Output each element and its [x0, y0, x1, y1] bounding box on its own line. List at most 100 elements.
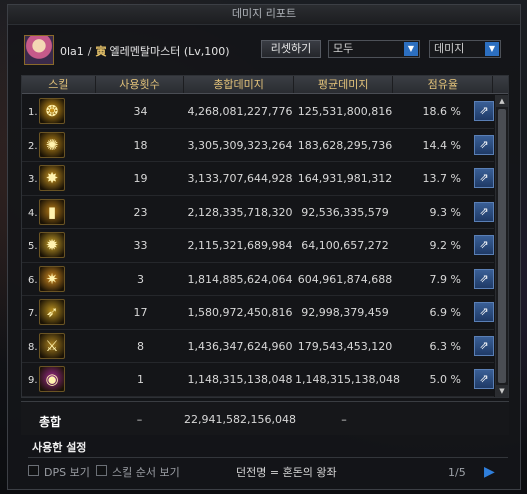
next-page-icon[interactable]: ▶ [484, 464, 495, 480]
average-damage: 92,536,335,579 [301, 205, 389, 219]
damage-share: 9.3 % [429, 205, 461, 219]
damage-share: 14.4 % [422, 138, 461, 152]
average-damage: 604,961,874,688 [297, 272, 393, 286]
use-count: 18 [133, 138, 148, 152]
share-detail-icon[interactable]: ⇗ [474, 201, 494, 222]
table-scrollbar[interactable]: ▲ ▼ [495, 95, 508, 397]
skill-icon: ✹ [39, 232, 65, 258]
report-header: 0la1/寅 엘레멘탈마스터 (Lv,100) 리셋하기 모두 ▼ 데미지 ▼ [8, 27, 520, 67]
share-detail-icon[interactable]: ⇗ [474, 134, 494, 155]
share-detail-icon[interactable]: ⇗ [474, 168, 494, 188]
character-info: 0la1/寅 엘레멘탈마스터 (Lv,100) [60, 43, 230, 59]
use-count: 33 [133, 239, 148, 252]
metric-dropdown[interactable]: 데미지 ▼ [429, 40, 501, 58]
table-row: 5. ✹ 33 2,115,321,689,984 64,100,657,272 9.2 … [22, 229, 494, 263]
use-count: 34 [133, 105, 148, 118]
totals-label: 총합 [39, 415, 62, 429]
skill-icon: ✸ [39, 165, 65, 191]
table-row: 1. ❂ 34 4,268,081,227,776 125,531,800,816 18.… [22, 95, 494, 129]
total-damage: 2,115,321,689,984 [187, 239, 293, 252]
skill-icon: ❂ [39, 98, 65, 124]
total-damage: 1,148,315,138,048 [187, 373, 293, 386]
damage-share: 6.3 % [429, 339, 461, 353]
average-damage: 179,543,453,120 [297, 339, 393, 353]
use-count: 19 [133, 172, 148, 185]
column-header-skill: 스킬 [22, 76, 96, 93]
guild-icon: 寅 [95, 45, 107, 58]
rank-number: 8. [28, 341, 38, 353]
damage-share: 5.0 % [429, 373, 461, 386]
header-spacer [493, 76, 508, 93]
average-damage: 92,998,379,459 [301, 306, 389, 319]
use-count: 8 [137, 339, 144, 353]
section-divider [28, 457, 508, 458]
totals-count: – [136, 413, 143, 426]
total-damage: 3,305,309,323,264 [187, 138, 293, 152]
scope-dropdown[interactable]: 모두 ▼ [328, 40, 420, 58]
use-count: 1 [137, 373, 144, 386]
skill-icon: ➶ [39, 299, 65, 325]
column-header-total: 총합데미지 [184, 76, 294, 93]
scroll-down-icon[interactable]: ▼ [496, 385, 508, 397]
separator: / [87, 45, 92, 58]
totals-average: – [341, 413, 347, 426]
rank-number: 6. [28, 274, 38, 286]
window-title: 데미지 리포트 [8, 5, 520, 25]
character-avatar [24, 35, 54, 65]
damage-share: 7.9 % [429, 272, 461, 286]
damage-share: 18.6 % [422, 105, 461, 118]
rank-number: 7. [28, 308, 38, 319]
scroll-thumb[interactable] [498, 109, 506, 383]
share-detail-icon[interactable]: ⇗ [474, 101, 494, 121]
share-detail-icon[interactable]: ⇗ [474, 335, 494, 356]
chevron-down-icon: ▼ [404, 42, 418, 56]
table-row: 8. ⚔ 8 1,436,347,624,960 179,543,453,120 6.3 … [22, 330, 494, 363]
average-damage: 164,931,981,312 [297, 172, 393, 185]
rank-number: 5. [28, 241, 38, 252]
scope-value: 모두 [333, 42, 354, 55]
total-damage: 4,268,081,227,776 [187, 105, 293, 118]
share-detail-icon[interactable]: ⇗ [474, 268, 494, 289]
damage-report-window: 데미지 리포트 0la1/寅 엘레멘탈마스터 (Lv,100) 리셋하기 모두 ▼… [7, 4, 521, 490]
totals-row: 총합 – 22,941,582,156,048 – [21, 401, 509, 435]
dungeon-name: 던전명 = 혼돈의 왕좌 [236, 466, 337, 479]
average-damage: 64,100,657,272 [301, 239, 389, 252]
damage-share: 9.2 % [429, 239, 461, 252]
total-damage: 1,580,972,450,816 [187, 306, 293, 319]
metric-value: 데미지 [434, 42, 465, 55]
average-damage: 125,531,800,816 [297, 105, 393, 118]
column-header-average: 평균데미지 [294, 76, 394, 93]
skill-order-checkbox[interactable] [96, 465, 107, 476]
average-damage: 183,628,295,736 [297, 138, 393, 152]
skill-icon: ✺ [39, 131, 65, 158]
rank-number: 1. [28, 107, 38, 118]
total-damage: 1,436,347,624,960 [187, 339, 293, 353]
rank-number: 4. [28, 207, 38, 219]
table-row: 9. ◉ 1 1,148,315,138,048 1,148,315,138,048 5.… [22, 363, 494, 397]
character-name: 엘레멘탈마스터 (Lv,100) [109, 45, 230, 58]
use-count: 17 [133, 306, 148, 319]
rank-number: 9. [28, 375, 38, 386]
table-row: 6. ✷ 3 1,814,885,624,064 604,961,874,688 7.9 … [22, 263, 494, 296]
scroll-up-icon[interactable]: ▲ [496, 95, 508, 107]
skill-order-label: 스킬 순서 보기 [112, 466, 180, 479]
reset-button[interactable]: 리셋하기 [261, 40, 321, 58]
column-header-count: 사용횟수 [96, 76, 185, 93]
tab-used-settings[interactable]: 사용한 설정 [32, 439, 86, 455]
column-header-share: 점유율 [393, 76, 494, 93]
rank-number: 2. [28, 140, 38, 152]
share-detail-icon[interactable]: ⇗ [474, 302, 494, 322]
skill-icon: ▮ [39, 198, 65, 225]
skill-icon: ⚔ [39, 332, 65, 359]
total-damage: 1,814,885,624,064 [187, 272, 293, 286]
skill-damage-table: 스킬 사용횟수 총합데미지 평균데미지 점유율 1. ❂ 34 4,268,081,2… [21, 75, 509, 398]
average-damage: 1,148,315,138,048 [295, 373, 400, 386]
skill-icon: ✷ [39, 265, 65, 292]
share-detail-icon[interactable]: ⇗ [474, 369, 494, 389]
damage-share: 13.7 % [422, 172, 461, 185]
use-count: 3 [137, 272, 144, 286]
share-detail-icon[interactable]: ⇗ [474, 235, 494, 255]
total-damage: 2,128,335,718,320 [187, 205, 293, 219]
rank-number: 3. [28, 174, 38, 185]
dps-checkbox[interactable] [28, 465, 39, 476]
